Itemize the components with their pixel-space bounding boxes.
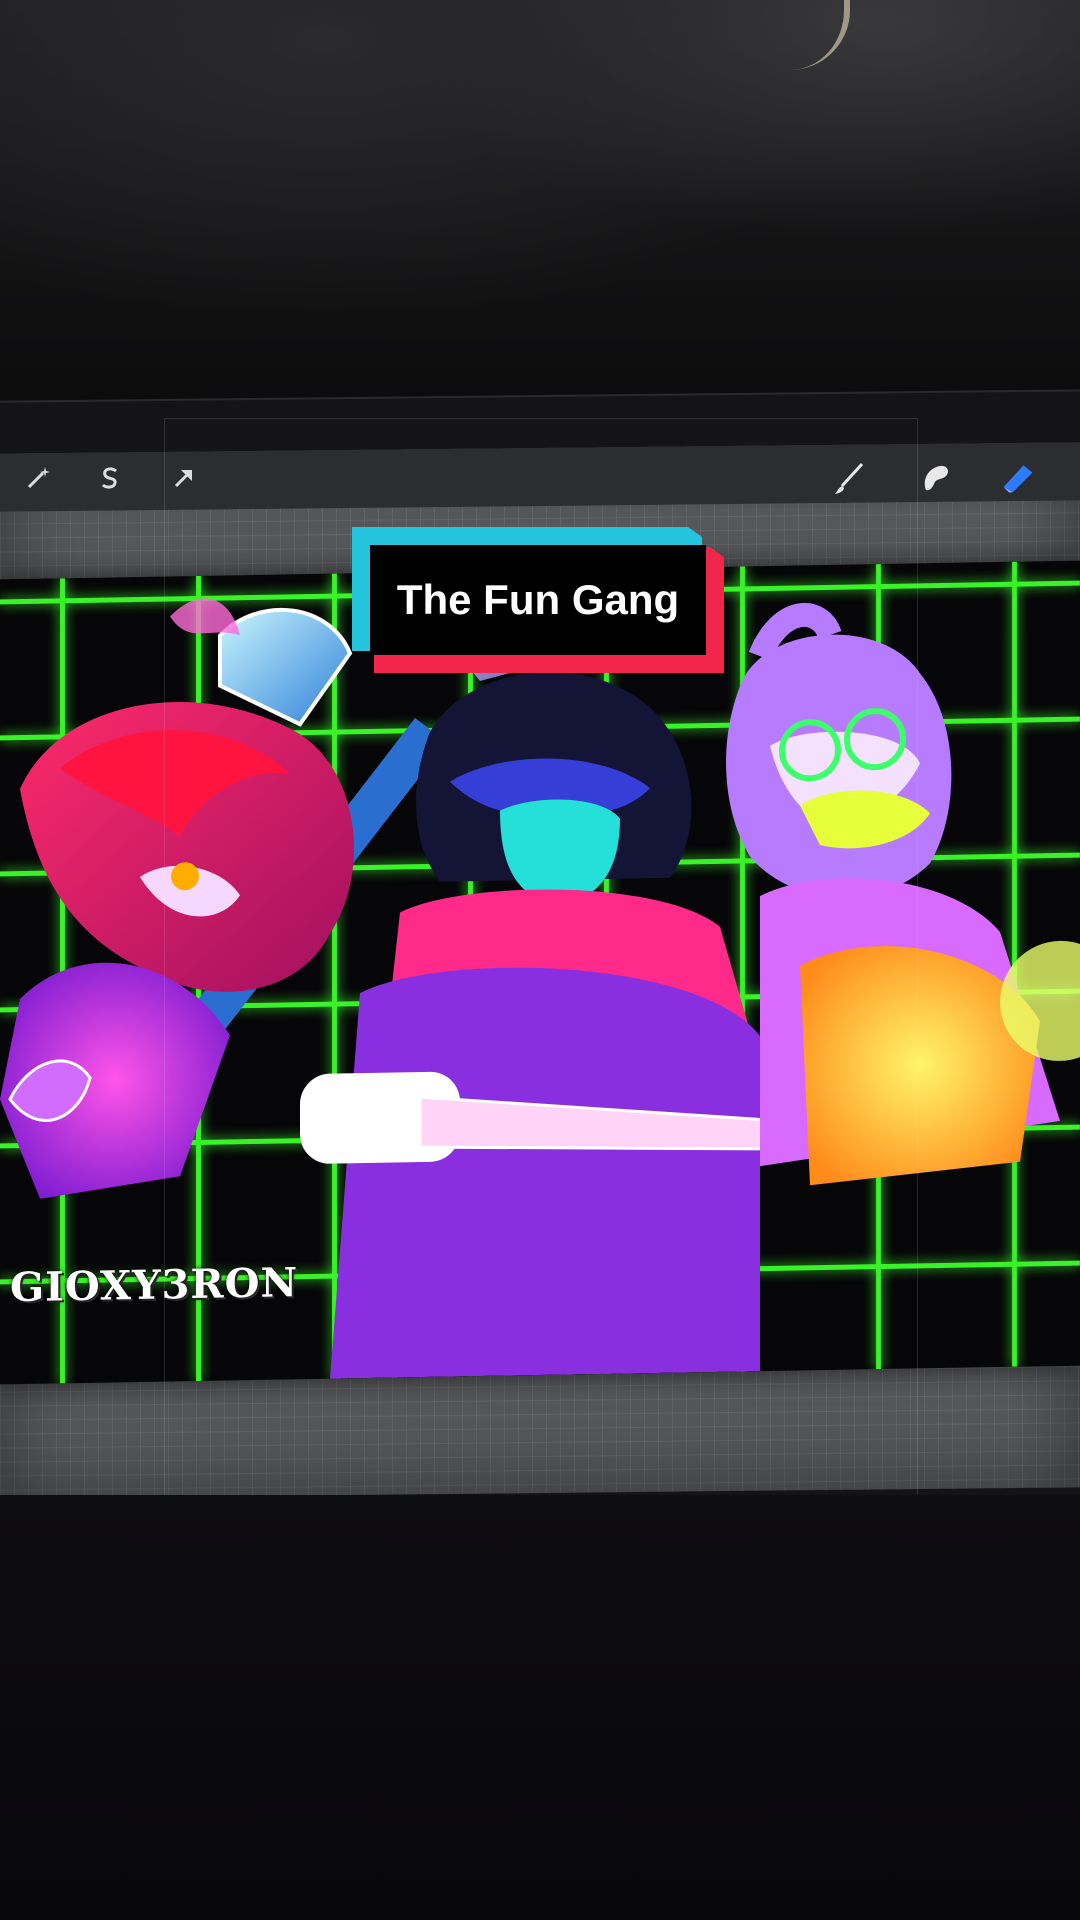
smudge-icon[interactable] [918, 460, 954, 496]
caption-sticker: The Fun Gang [352, 527, 724, 673]
caption-text: The Fun Gang [396, 576, 680, 623]
brush-icon[interactable] [832, 460, 868, 496]
desk-shadow [0, 1495, 1080, 1920]
adjustments-wand-icon[interactable] [20, 460, 56, 496]
selection-s-icon[interactable] [92, 460, 128, 496]
background-fabric [0, 0, 1080, 400]
video-frame: GIOXY3RON The Fun Gang [0, 0, 1080, 1920]
artist-signature: GIOXY3RON [10, 1259, 299, 1312]
caption-box: The Fun Gang [370, 545, 706, 655]
eraser-icon[interactable] [1000, 460, 1036, 496]
transform-arrow-icon[interactable] [166, 460, 202, 496]
